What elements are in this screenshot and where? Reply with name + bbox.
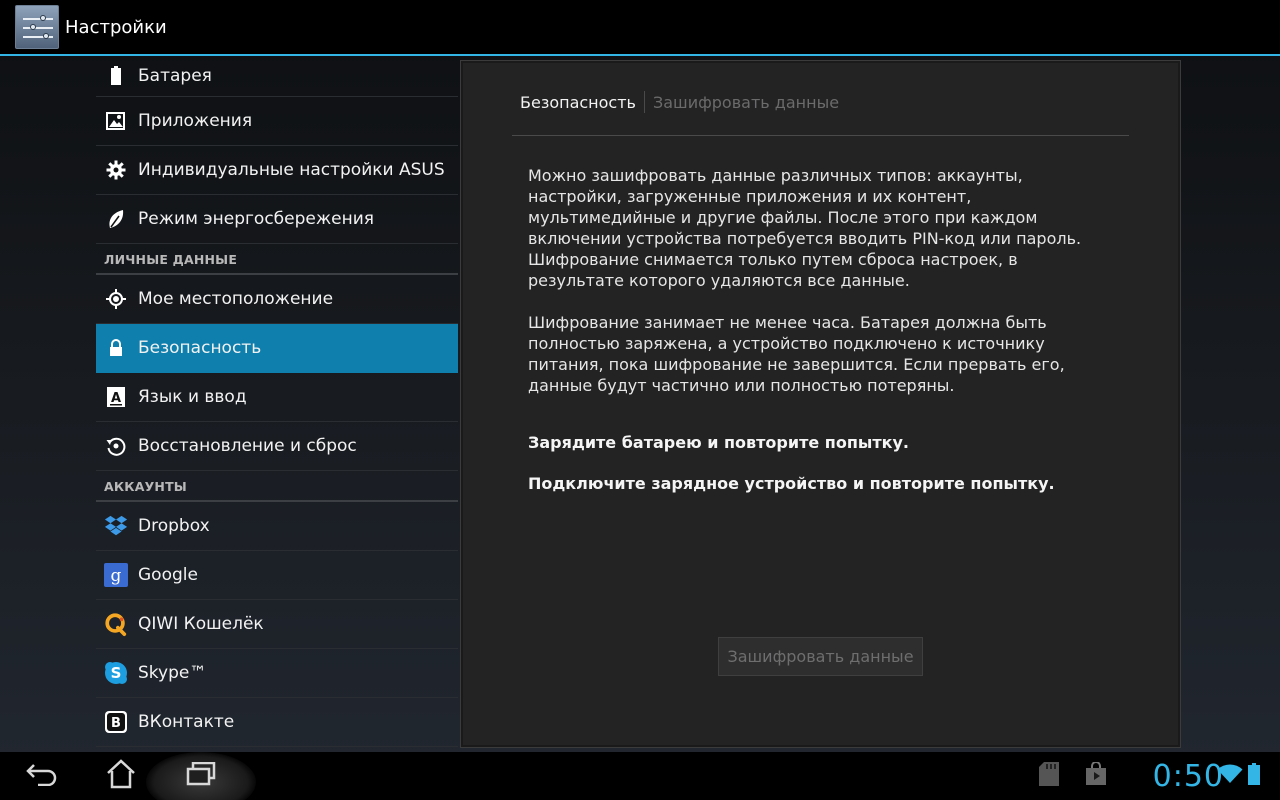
home-button[interactable] xyxy=(103,752,139,800)
svg-text:S: S xyxy=(111,664,122,682)
wifi-status xyxy=(1216,752,1244,800)
encrypt-description: Можно зашифровать данные различных типов… xyxy=(528,166,1082,290)
sidebar-item-language[interactable]: A Язык и ввод xyxy=(96,373,458,422)
breadcrumb-divider xyxy=(643,91,645,113)
back-icon xyxy=(26,762,58,790)
sidebar-item-skype[interactable]: S Skype™ xyxy=(96,649,458,698)
encrypt-duration-note: Шифрование занимает не менее часа. Батар… xyxy=(528,313,1065,395)
svg-text:A: A xyxy=(111,391,121,406)
accounts-section-header: АККАУНТЫ xyxy=(96,471,458,502)
recent-apps-icon xyxy=(186,761,216,790)
panel-divider xyxy=(512,135,1129,136)
clock[interactable]: 0:50 xyxy=(1153,752,1224,800)
sidebar-item-label: Язык и ввод xyxy=(138,387,247,407)
battery-status xyxy=(1247,752,1261,800)
sidebar-item-location[interactable]: Мое местоположение xyxy=(96,275,458,324)
leaf-icon xyxy=(104,207,128,231)
sidebar-item-label: QIWI Кошелёк xyxy=(138,614,264,634)
settings-list: Батарея Приложения Индивидуальные настро… xyxy=(96,56,458,751)
sidebar-item-label: Мое местоположение xyxy=(138,289,334,309)
sidebar-item-google[interactable]: g Google xyxy=(96,551,458,600)
breadcrumb: Безопасность Зашифровать данные xyxy=(520,91,839,113)
sidebar-item-label: Батарея xyxy=(138,66,212,86)
encrypt-data-button[interactable]: Зашифровать данные xyxy=(718,637,923,676)
sidebar-item-asus[interactable]: Индивидуальные настройки ASUS xyxy=(96,146,458,195)
gear-icon xyxy=(104,158,128,182)
sidebar-item-battery[interactable]: Батарея xyxy=(96,56,458,97)
sidebar-item-label: Безопасность xyxy=(138,338,262,358)
home-icon xyxy=(106,759,136,793)
battery-icon xyxy=(104,64,128,88)
sidebar-item-security[interactable]: Безопасность xyxy=(96,324,458,373)
back-button[interactable] xyxy=(22,752,62,800)
apps-icon xyxy=(104,109,128,133)
sidebar-item-qiwi[interactable]: QIWI Кошелёк xyxy=(96,600,458,649)
sd-card-notification[interactable] xyxy=(1037,752,1061,800)
connect-charger-warning: Подключите зарядное устройство и повтори… xyxy=(528,474,1055,493)
sidebar-item-vk[interactable]: B ВКонтакте xyxy=(96,698,458,747)
recent-apps-button[interactable] xyxy=(184,752,218,800)
sd-card-icon xyxy=(1038,761,1060,791)
breadcrumb-next: Зашифровать данные xyxy=(652,92,840,112)
qiwi-icon xyxy=(104,612,128,636)
sidebar-item-apps[interactable]: Приложения xyxy=(96,97,458,146)
breadcrumb-current[interactable]: Безопасность xyxy=(520,93,636,112)
sidebar-item-label: Индивидуальные настройки ASUS xyxy=(138,160,445,180)
sidebar-item-dropbox[interactable]: Dropbox xyxy=(96,502,458,551)
lock-icon xyxy=(104,336,128,360)
sidebar-item-power-saving[interactable]: Режим энергосбережения xyxy=(96,195,458,244)
wifi-icon xyxy=(1217,764,1243,788)
shopping-bag-icon xyxy=(1085,761,1107,790)
svg-text:B: B xyxy=(111,716,121,731)
store-notification[interactable] xyxy=(1084,752,1108,800)
app-title: Настройки xyxy=(65,16,167,38)
charge-battery-warning: Зарядите батарею и повторите попытку. xyxy=(528,433,909,452)
action-bar: Настройки xyxy=(0,0,1280,56)
personal-section-header: ЛИЧНЫЕ ДАННЫЕ xyxy=(96,244,458,275)
google-icon: g xyxy=(104,563,128,587)
vk-icon: B xyxy=(104,710,128,734)
battery-status-icon xyxy=(1248,763,1260,789)
keyboard-icon: A xyxy=(104,385,128,409)
sidebar-item-label: Google xyxy=(138,565,198,585)
detail-panel: Безопасность Зашифровать данные Можно за… xyxy=(460,60,1181,748)
sidebar-item-label: Приложения xyxy=(138,111,253,131)
settings-app-icon[interactable] xyxy=(15,5,59,49)
skype-icon: S xyxy=(104,661,128,685)
sidebar-item-label: Dropbox xyxy=(138,516,210,536)
sidebar-item-label: Режим энергосбережения xyxy=(138,209,375,229)
sidebar-item-label: Восстановление и сброс xyxy=(138,436,357,456)
location-icon xyxy=(104,287,128,311)
sidebar-item-label: ВКонтакте xyxy=(138,712,235,732)
dropbox-icon xyxy=(104,514,128,538)
sidebar-item-label: Skype™ xyxy=(138,663,207,683)
svg-text:g: g xyxy=(111,566,122,586)
restore-icon xyxy=(104,434,128,458)
sidebar-item-backup-reset[interactable]: Восстановление и сброс xyxy=(96,422,458,471)
